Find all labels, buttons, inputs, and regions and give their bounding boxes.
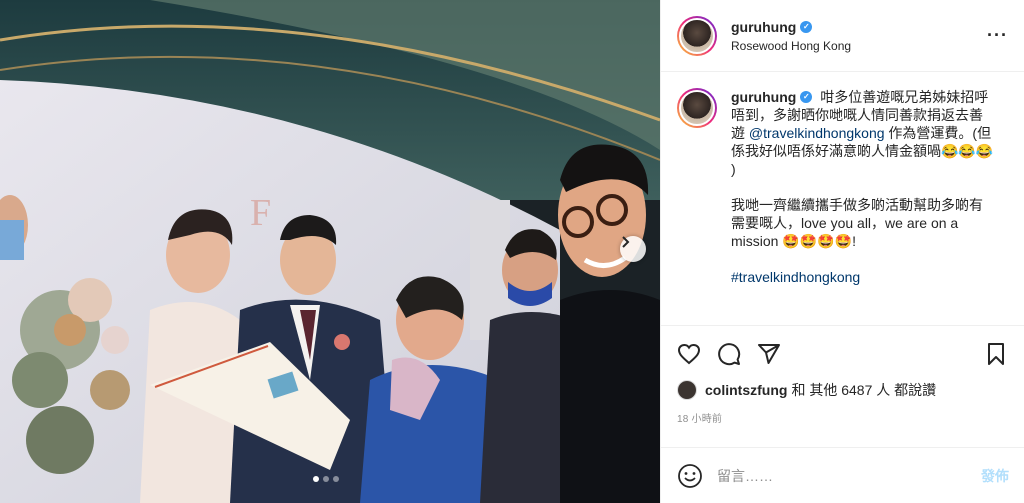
caption: guruhung ✓ 咁多位善遊嘅兄弟姊妹招呼唔到，多謝晒你哋嘅人情同善款捐返去… xyxy=(677,88,1008,286)
liker-avatar[interactable] xyxy=(677,380,697,400)
carousel-next-button[interactable] xyxy=(620,236,646,262)
post-actions: colintszfung 和 其他 6487 人 都說讚 18 小時前 xyxy=(661,326,1024,425)
action-icons xyxy=(677,334,1008,374)
post-header: guruhung ✓ Rosewood Hong Kong ··· xyxy=(661,0,1024,72)
verified-badge-icon: ✓ xyxy=(800,91,813,103)
carousel-dot-3 xyxy=(333,476,339,482)
comment-form: 發佈 xyxy=(661,447,1024,503)
post-timestamp[interactable]: 18 小時前 xyxy=(677,410,1008,425)
caption-body: guruhung ✓ 咁多位善遊嘅兄弟姊妹招呼唔到，多謝晒你哋嘅人情同善款捐返去… xyxy=(731,88,995,286)
caption-username-link[interactable]: guruhung xyxy=(731,88,796,106)
avatar[interactable] xyxy=(677,15,717,56)
heart-icon[interactable] xyxy=(677,342,701,366)
post-comment-button[interactable]: 發佈 xyxy=(981,466,1009,486)
carousel-dot-1 xyxy=(313,476,319,482)
post-author: guruhung ✓ xyxy=(731,19,987,35)
comment-input[interactable] xyxy=(717,467,981,484)
caption-paragraph-2: 我哋一齊繼續攜手做多啲活動幫助多啲有需要嘅人，love you all，we a… xyxy=(731,197,983,249)
post-side-panel: guruhung ✓ Rosewood Hong Kong ··· guruhu… xyxy=(660,0,1024,503)
likes-count-text[interactable]: 和 其他 6487 人 都說讚 xyxy=(791,380,936,400)
carousel-indicator xyxy=(313,476,339,482)
instagram-post: F guruhung ✓ Rosewood Hong Kong ··· guru… xyxy=(0,0,1024,503)
caption-mention-link[interactable]: @travelkindhongkong xyxy=(749,125,885,141)
caption-hashtag-link[interactable]: #travelkindhongkong xyxy=(731,268,995,286)
comment-icon[interactable] xyxy=(717,342,741,366)
more-options-icon[interactable]: ··· xyxy=(987,25,1008,46)
emoji-icon[interactable] xyxy=(677,463,703,489)
caption-author: guruhung ✓ xyxy=(731,88,813,106)
chevron-right-icon xyxy=(622,236,630,248)
caption-avatar[interactable] xyxy=(677,88,717,128)
svg-text:F: F xyxy=(250,192,271,234)
likes-summary: colintszfung 和 其他 6487 人 都說讚 xyxy=(677,378,1008,402)
carousel-dot-2 xyxy=(323,476,329,482)
post-photo[interactable]: F xyxy=(0,0,660,503)
liker-username-link[interactable]: colintszfung xyxy=(705,382,787,398)
location-link[interactable]: Rosewood Hong Kong xyxy=(731,39,987,53)
comments-section: guruhung ✓ 咁多位善遊嘅兄弟姊妹招呼唔到，多謝晒你哋嘅人情同善款捐返去… xyxy=(661,72,1024,326)
bookmark-icon[interactable] xyxy=(984,342,1008,366)
header-text: guruhung ✓ Rosewood Hong Kong xyxy=(731,19,987,53)
username-link[interactable]: guruhung xyxy=(731,19,796,35)
wedding-photo-illustration: F xyxy=(0,0,660,503)
verified-badge-icon: ✓ xyxy=(800,20,813,33)
share-icon[interactable] xyxy=(757,342,781,366)
